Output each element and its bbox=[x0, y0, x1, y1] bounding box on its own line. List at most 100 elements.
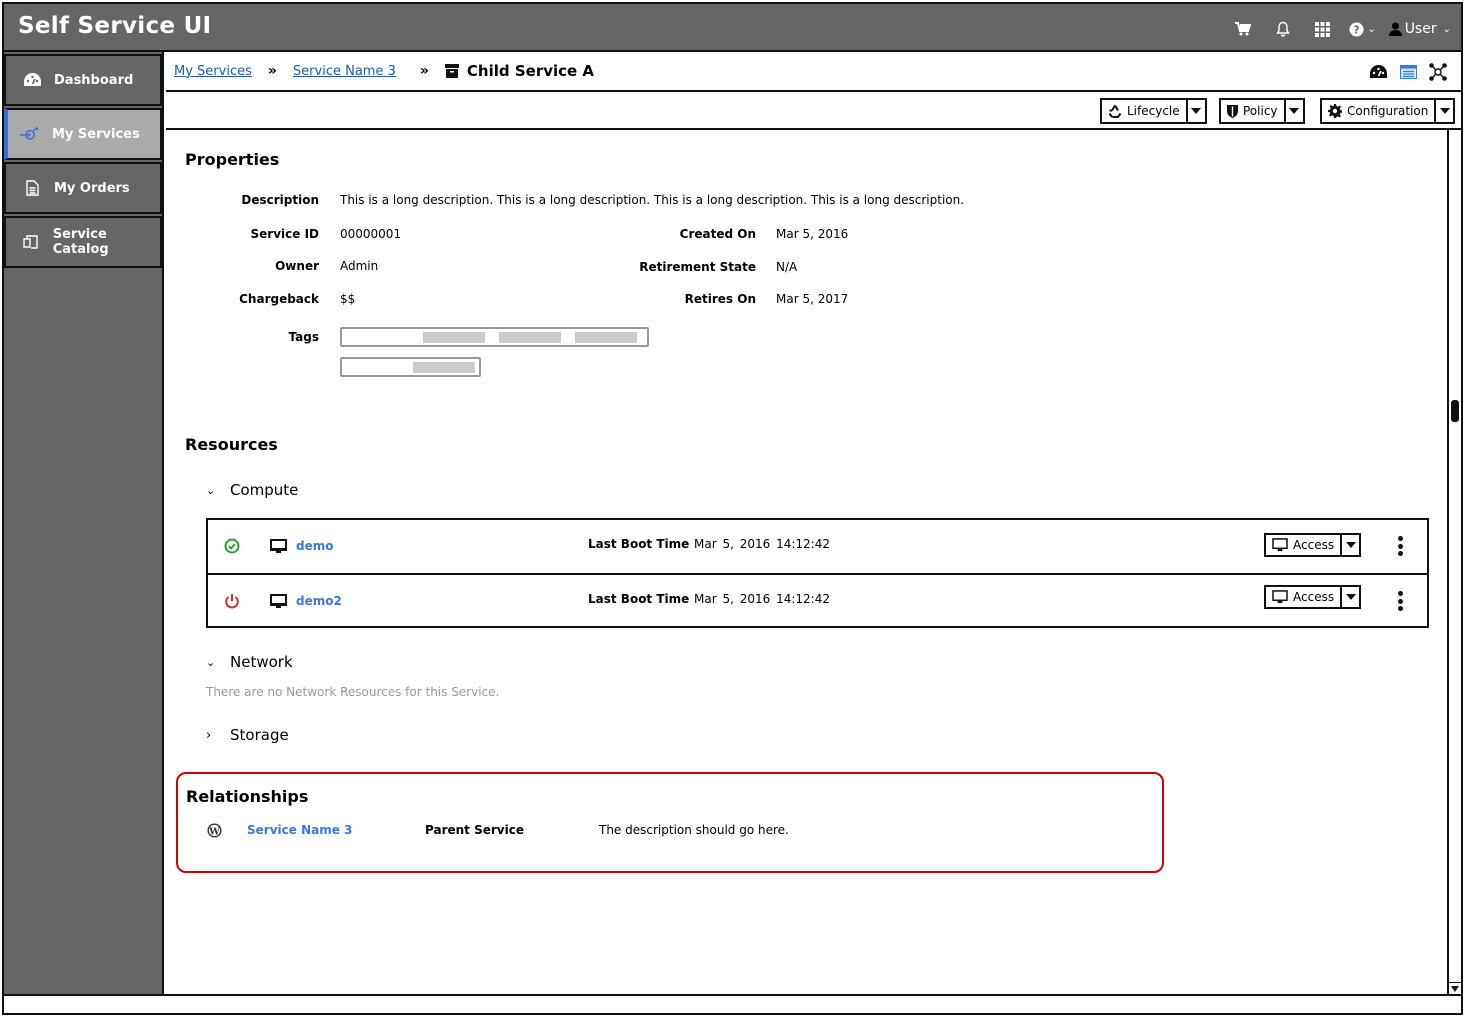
description-value: This is a long description. This is a lo… bbox=[340, 193, 965, 207]
policy-caret[interactable] bbox=[1286, 100, 1303, 122]
chevron-down-icon: ⌄ bbox=[1367, 23, 1376, 35]
caret-down-icon bbox=[1191, 108, 1202, 114]
app-title: Self Service UI bbox=[18, 13, 212, 39]
tags-input-row-2[interactable] bbox=[340, 357, 481, 377]
tag-chip[interactable] bbox=[499, 332, 561, 343]
chevron-down-icon: ⌄ bbox=[206, 655, 216, 669]
topology-view-icon[interactable] bbox=[1429, 63, 1447, 81]
chevron-down-icon: ⌄ bbox=[1442, 23, 1451, 35]
tag-chip[interactable] bbox=[423, 332, 485, 343]
configuration-button[interactable]: Configuration bbox=[1322, 100, 1437, 122]
access-caret[interactable] bbox=[1342, 587, 1359, 607]
table-row: demo2 Last Boot Time Mar 5, 2016 14:12:4… bbox=[208, 573, 1427, 626]
scrollbar-thumb[interactable] bbox=[1451, 400, 1459, 422]
sidebar-item-label: My Services bbox=[52, 126, 140, 142]
retires-on-label: Retires On bbox=[684, 292, 756, 306]
list-item: W Service Name 3 Parent Service The desc… bbox=[178, 822, 1158, 842]
caret-down-icon bbox=[1439, 108, 1450, 114]
lifecycle-button[interactable]: Lifecycle bbox=[1102, 100, 1188, 122]
description-label: Description bbox=[241, 193, 319, 207]
kebab-menu-icon[interactable] bbox=[1396, 591, 1404, 611]
vm-link-demo2[interactable]: demo2 bbox=[296, 594, 342, 608]
monitor-icon bbox=[1272, 590, 1288, 604]
cart-icon[interactable] bbox=[1223, 18, 1263, 40]
caret-down-icon bbox=[1451, 985, 1459, 992]
owner-value: Admin bbox=[340, 259, 379, 273]
access-button[interactable]: Access bbox=[1266, 535, 1343, 555]
access-label: Access bbox=[1293, 538, 1335, 552]
access-caret[interactable] bbox=[1342, 535, 1359, 555]
access-dropdown: Access bbox=[1264, 533, 1362, 557]
document-icon bbox=[22, 180, 42, 196]
caret-down-icon bbox=[1345, 542, 1356, 548]
policy-button[interactable]: Policy bbox=[1221, 100, 1286, 122]
tag-chip[interactable] bbox=[575, 332, 637, 343]
access-label: Access bbox=[1293, 590, 1335, 604]
compute-toggle[interactable]: ⌄ Compute bbox=[206, 481, 298, 499]
bell-icon[interactable] bbox=[1263, 18, 1303, 40]
vm-link-demo[interactable]: demo bbox=[296, 539, 333, 553]
table-row: demo Last Boot Time Mar 5, 2016 14:12:42… bbox=[208, 520, 1427, 573]
configuration-dropdown: Configuration bbox=[1320, 98, 1456, 124]
dashboard-view-icon[interactable] bbox=[1369, 63, 1387, 81]
svg-text:W: W bbox=[208, 826, 220, 837]
resources-title: Resources bbox=[185, 435, 278, 454]
status-off-icon bbox=[225, 594, 239, 609]
access-button[interactable]: Access bbox=[1266, 587, 1343, 607]
archive-box-icon bbox=[444, 64, 459, 78]
monitor-icon bbox=[270, 539, 287, 553]
sidebar-item-label: Dashboard bbox=[54, 72, 134, 88]
created-on-value: Mar 5, 2016 bbox=[776, 227, 849, 241]
user-menu[interactable]: User ⌄ bbox=[1388, 21, 1451, 37]
vertical-scrollbar[interactable] bbox=[1447, 130, 1461, 996]
tags-input[interactable] bbox=[340, 327, 649, 347]
breadcrumb-link-my-services[interactable]: My Services bbox=[174, 64, 252, 79]
kebab-menu-icon[interactable] bbox=[1396, 536, 1404, 556]
action-toolbar: Lifecycle Policy Configuration bbox=[166, 92, 1461, 130]
scroll-down-button[interactable] bbox=[1449, 982, 1461, 994]
sidebar-item-service-catalog[interactable]: Service Catalog bbox=[4, 216, 162, 268]
owner-label: Owner bbox=[275, 259, 319, 273]
sidebar-item-my-services[interactable]: My Services bbox=[4, 108, 162, 160]
chargeback-value: $$ bbox=[340, 292, 356, 306]
related-service-link[interactable]: Service Name 3 bbox=[247, 823, 352, 837]
caret-down-icon bbox=[1345, 594, 1356, 600]
sidebar-item-dashboard[interactable]: Dashboard bbox=[4, 54, 162, 106]
recycle-icon bbox=[1108, 104, 1122, 118]
help-menu[interactable]: ? ⌄ bbox=[1343, 18, 1383, 40]
breadcrumb-current: Child Service A bbox=[444, 62, 595, 80]
lifecycle-label: Lifecycle bbox=[1127, 104, 1180, 118]
user-icon bbox=[1388, 22, 1402, 36]
breadcrumb-separator: » bbox=[419, 63, 429, 79]
network-toggle[interactable]: ⌄ Network bbox=[206, 653, 293, 671]
breadcrumb-link-service-name-3[interactable]: Service Name 3 bbox=[293, 64, 396, 79]
configuration-caret[interactable] bbox=[1436, 100, 1453, 122]
shield-icon bbox=[1227, 104, 1238, 118]
catalog-icon bbox=[22, 234, 41, 250]
sidebar: Dashboard My Services My Orders Service … bbox=[4, 52, 164, 994]
sidebar-item-label: Service Catalog bbox=[52, 227, 109, 257]
tag-chip[interactable] bbox=[413, 362, 475, 373]
storage-toggle[interactable]: › Storage bbox=[206, 726, 289, 744]
page-title: Child Service A bbox=[466, 62, 595, 80]
list-view-icon[interactable] bbox=[1399, 63, 1417, 81]
monitor-icon bbox=[270, 594, 287, 608]
service-id-value: 00000001 bbox=[340, 227, 402, 241]
chargeback-label: Chargeback bbox=[239, 292, 319, 306]
last-boot-time-value: Mar 5, 2016 14:12:42 bbox=[694, 592, 830, 606]
breadcrumb-separator: » bbox=[267, 63, 277, 79]
storage-label: Storage bbox=[230, 726, 289, 744]
created-on-label: Created On bbox=[679, 227, 756, 241]
service-id-label: Service ID bbox=[250, 227, 320, 241]
sidebar-item-my-orders[interactable]: My Orders bbox=[4, 162, 162, 214]
chevron-right-icon: › bbox=[206, 727, 212, 743]
relationships-title: Relationships bbox=[186, 787, 309, 806]
relationships-panel: Relationships W Service Name 3 Parent Se… bbox=[176, 772, 1164, 873]
retirement-state-label: Retirement State bbox=[639, 260, 756, 274]
access-dropdown: Access bbox=[1264, 585, 1362, 609]
horizontal-scrollbar[interactable] bbox=[4, 994, 1461, 1013]
status-running-icon bbox=[224, 538, 240, 554]
retirement-state-value: N/A bbox=[776, 260, 798, 274]
apps-grid-icon[interactable] bbox=[1303, 18, 1343, 40]
lifecycle-caret[interactable] bbox=[1188, 100, 1205, 122]
